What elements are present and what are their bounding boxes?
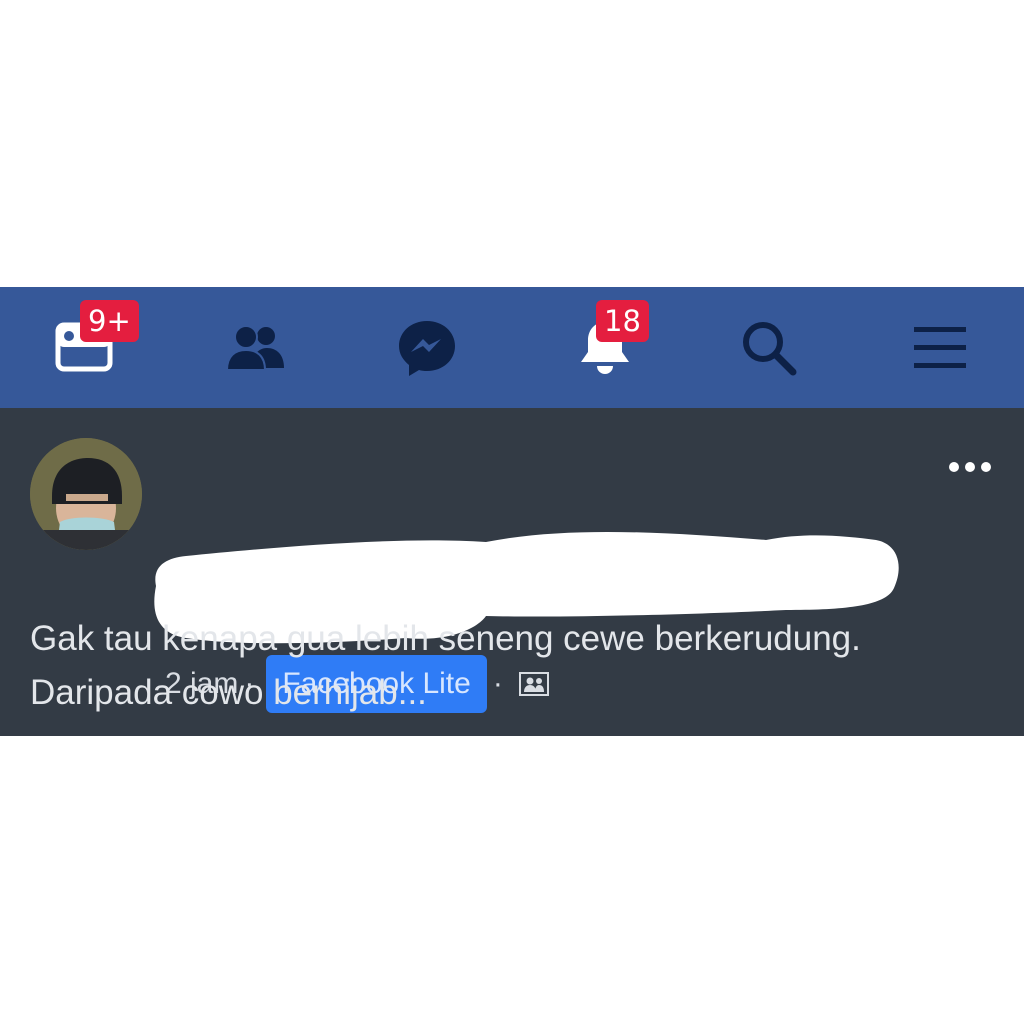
post-options-button[interactable] — [940, 450, 1000, 484]
nav-messenger[interactable] — [367, 287, 487, 408]
nav-search[interactable] — [709, 287, 829, 408]
post-body-line-2: Daripada cowo berhijab... — [30, 673, 427, 712]
friends-icon — [226, 324, 284, 371]
news-feed-badge: 9+ — [80, 300, 139, 342]
nav-news-feed[interactable]: 9+ — [25, 287, 145, 408]
more-dot-icon — [965, 462, 975, 472]
more-dot-icon — [949, 462, 959, 472]
nav-notifications[interactable]: 18 — [545, 287, 665, 408]
notifications-badge: 18 — [596, 300, 649, 342]
search-icon — [743, 321, 797, 375]
nav-menu[interactable] — [880, 287, 1000, 408]
hamburger-menu-icon — [914, 326, 966, 368]
profile-photo — [30, 438, 142, 550]
messenger-icon — [399, 320, 455, 376]
top-navigation-bar: 9+ 18 — [0, 287, 1024, 408]
facebook-lite-screen: 9+ 18 2 jam · Facebook Lite · Gak tau ke… — [0, 287, 1024, 736]
author-avatar[interactable] — [30, 438, 142, 550]
nav-friends[interactable] — [196, 287, 316, 408]
more-dot-icon — [981, 462, 991, 472]
post-card: 2 jam · Facebook Lite · Gak tau kenapa g… — [0, 408, 1024, 736]
post-body-line-1: Gak tau kenapa gua lebih seneng cewe ber… — [30, 619, 861, 658]
